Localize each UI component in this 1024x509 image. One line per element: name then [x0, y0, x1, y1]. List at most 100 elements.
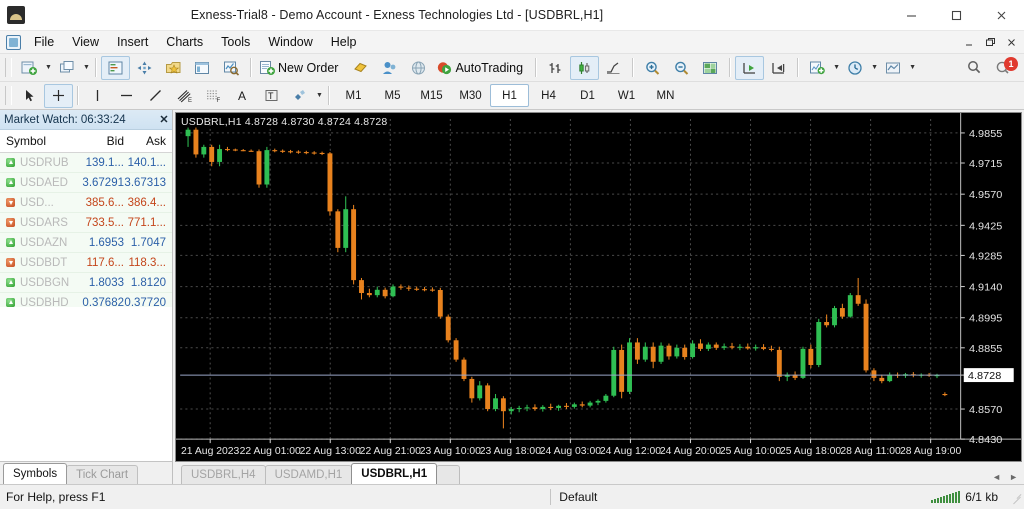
- alerts-icon[interactable]: 1: [989, 56, 1018, 80]
- menu-file[interactable]: File: [25, 32, 63, 52]
- period-dropdown-icon[interactable]: ▼: [870, 64, 879, 71]
- candlestick-chart: [176, 113, 1021, 461]
- market-watch-row[interactable]: USDRUB 139.1... 140.1...: [0, 153, 172, 173]
- timeframe-m15[interactable]: M15: [412, 84, 451, 107]
- menu-view[interactable]: View: [63, 32, 108, 52]
- market-watch-close-icon[interactable]: ✕: [156, 113, 172, 126]
- svg-text:E: E: [188, 98, 192, 103]
- auto-scroll-icon[interactable]: [735, 55, 765, 80]
- search-icon[interactable]: [960, 56, 989, 80]
- market-watch-row[interactable]: USDBGN 1.8033 1.8120: [0, 273, 172, 293]
- bar-chart-icon[interactable]: [541, 56, 570, 80]
- arrow-down-icon: [5, 217, 16, 228]
- chart-tab-new[interactable]: [436, 465, 461, 484]
- navigator-icon[interactable]: [130, 56, 159, 80]
- tab-symbols[interactable]: Symbols: [3, 463, 68, 484]
- mdi-window-controls: [959, 33, 1021, 52]
- crosshair-icon[interactable]: [44, 83, 73, 108]
- new-order-button[interactable]: New Order: [256, 56, 346, 80]
- templates-dropdown-icon[interactable]: ▼: [908, 64, 917, 71]
- symbol-cell: USDAED: [0, 177, 78, 189]
- text-label-icon[interactable]: T: [257, 84, 286, 108]
- chart-tab-usdbrl-h1[interactable]: USDBRL,H1: [351, 463, 438, 484]
- mdi-close-icon[interactable]: [1001, 33, 1021, 52]
- vertical-line-icon[interactable]: [83, 84, 112, 108]
- line-chart-icon[interactable]: [599, 56, 628, 80]
- chart-window[interactable]: USDBRL,H1 4.8728 4.8730 4.8724 4.8728 4.…: [175, 112, 1022, 462]
- new-chart-dropdown-icon[interactable]: ▼: [44, 64, 53, 71]
- chart-shift-end-icon[interactable]: [764, 56, 793, 80]
- symbol-cell: USDBDT: [0, 257, 78, 269]
- indicators-icon[interactable]: [803, 56, 832, 80]
- cursor-icon[interactable]: [15, 84, 44, 108]
- chart-tab-usdbrl-h4[interactable]: USDBRL,H4: [181, 465, 266, 484]
- tile-windows-dropdown-icon[interactable]: ▼: [82, 64, 91, 71]
- timeframe-m30[interactable]: M30: [451, 84, 490, 107]
- scroll-left-icon[interactable]: ◄: [992, 472, 1001, 482]
- arrow-up-icon: [5, 297, 16, 307]
- tab-tick-chart[interactable]: Tick Chart: [66, 465, 139, 484]
- strategy-tester-icon[interactable]: [217, 56, 246, 80]
- market-watch-row[interactable]: USDBHD 0.37682 0.37720: [0, 293, 172, 307]
- zoom-in-icon[interactable]: [638, 56, 667, 80]
- column-header-bid[interactable]: Bid: [78, 134, 124, 148]
- minimize-icon[interactable]: [889, 0, 934, 30]
- indicators-dropdown-icon[interactable]: ▼: [832, 64, 841, 71]
- market-watch-row[interactable]: USDAED 3.67291 3.67313: [0, 173, 172, 193]
- equidistant-channel-icon[interactable]: E: [170, 84, 199, 108]
- column-header-symbol[interactable]: Symbol: [0, 134, 78, 148]
- trendline-icon[interactable]: [141, 84, 170, 108]
- candlestick-chart-icon[interactable]: [570, 55, 600, 80]
- market-watch-header: Market Watch: 06:33:24 ✕: [0, 110, 172, 130]
- timeframe-m5[interactable]: M5: [373, 84, 412, 107]
- data-window-icon[interactable]: [159, 56, 188, 80]
- market-watch-row[interactable]: USDBDT 117.6... 118.3...: [0, 253, 172, 273]
- column-header-ask[interactable]: Ask: [124, 134, 170, 148]
- resize-grip[interactable]: [1008, 490, 1022, 504]
- timeframe-mn[interactable]: MN: [646, 84, 685, 107]
- symbol-label: USDBDT: [20, 256, 68, 269]
- chart-grid-icon[interactable]: [696, 56, 725, 80]
- timeframe-h1[interactable]: H1: [490, 84, 529, 107]
- menu-tools[interactable]: Tools: [212, 32, 259, 52]
- terminal-icon[interactable]: [188, 56, 217, 80]
- period-icon[interactable]: [841, 56, 870, 80]
- templates-icon[interactable]: [879, 56, 908, 80]
- symbol-cell: USDAZN: [0, 237, 78, 249]
- menu-insert[interactable]: Insert: [108, 32, 157, 52]
- tile-windows-icon[interactable]: [53, 56, 82, 80]
- horizontal-line-icon[interactable]: [112, 84, 141, 108]
- autotrading-button[interactable]: AutoTrading: [433, 56, 531, 80]
- timeframe-d1[interactable]: D1: [568, 84, 607, 107]
- mql5-community-icon[interactable]: [375, 56, 404, 80]
- toolbar-grip[interactable]: [5, 58, 12, 77]
- maximize-icon[interactable]: [934, 0, 979, 30]
- new-chart-icon[interactable]: [15, 56, 44, 80]
- fibonacci-retracement-icon[interactable]: F: [199, 84, 228, 108]
- text-icon[interactable]: A: [228, 84, 257, 108]
- market-watch-row[interactable]: USDARS 733.5... 771.1...: [0, 213, 172, 233]
- expert-advisors-icon[interactable]: [346, 56, 375, 80]
- globe-icon[interactable]: [404, 56, 433, 80]
- menu-help[interactable]: Help: [322, 32, 366, 52]
- market-watch-title: Market Watch: 06:33:24: [4, 113, 126, 126]
- close-icon[interactable]: [979, 0, 1024, 30]
- shapes-dropdown-icon[interactable]: ▼: [315, 92, 324, 99]
- market-watch-row[interactable]: USD... 385.6... 386.4...: [0, 193, 172, 213]
- shapes-icon[interactable]: [286, 84, 315, 108]
- menu-charts[interactable]: Charts: [157, 32, 212, 52]
- mdi-restore-icon[interactable]: [980, 33, 1000, 52]
- zoom-out-icon[interactable]: [667, 56, 696, 80]
- market-watch-row[interactable]: USDAZN 1.6953 1.7047: [0, 233, 172, 253]
- timeframe-w1[interactable]: W1: [607, 84, 646, 107]
- chart-tab-usdamd-h1[interactable]: USDAMD,H1: [264, 465, 353, 484]
- timeframe-m1[interactable]: M1: [334, 84, 373, 107]
- timeframe-h4[interactable]: H4: [529, 84, 568, 107]
- status-profile[interactable]: Default: [551, 490, 931, 504]
- mdi-minimize-icon[interactable]: [959, 33, 979, 52]
- menu-window[interactable]: Window: [259, 32, 321, 52]
- scroll-right-icon[interactable]: ►: [1009, 472, 1018, 482]
- market-watch-icon[interactable]: [101, 55, 130, 80]
- market-watch-tabs: Symbols Tick Chart: [0, 461, 172, 484]
- line-toolbar-grip[interactable]: [5, 86, 12, 105]
